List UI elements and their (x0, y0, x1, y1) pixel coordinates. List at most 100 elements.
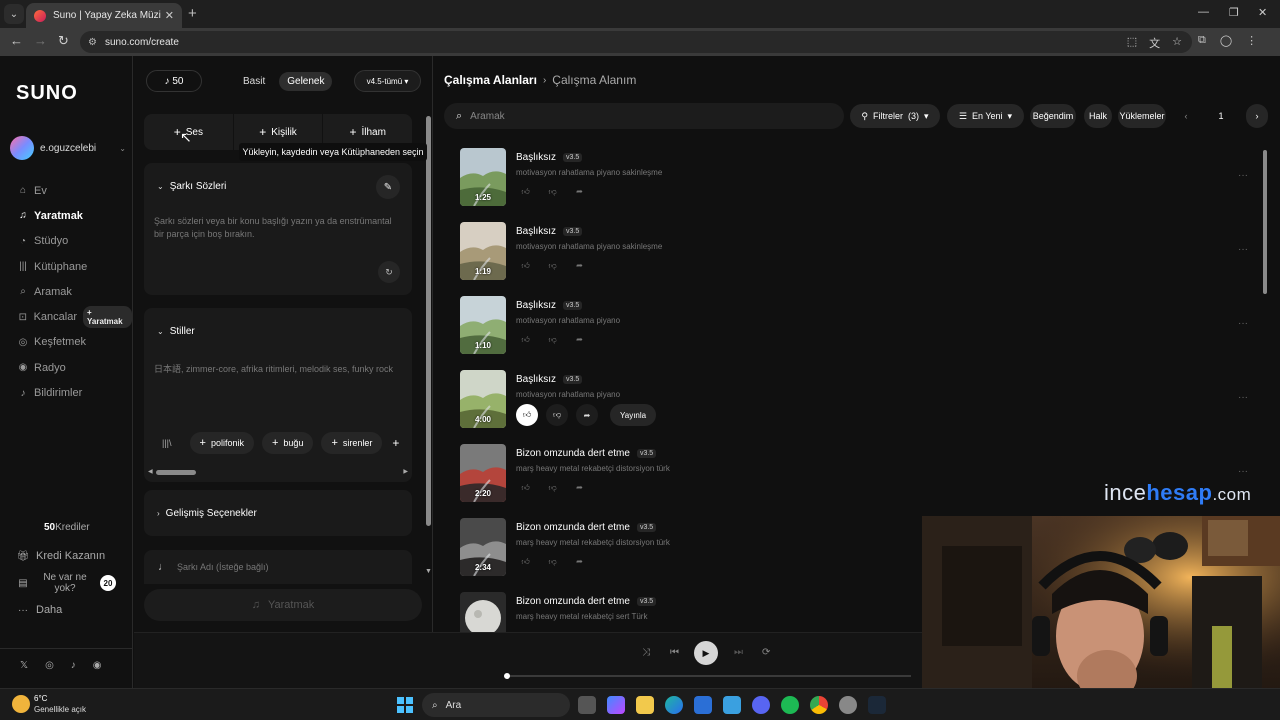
thumbs-down-icon[interactable]: 👎︎ (543, 182, 562, 201)
publish-button[interactable]: Yayınla (610, 404, 657, 426)
whats-new-link[interactable]: ▤ Ne var ne yok? 20 (16, 568, 132, 598)
song-title-input[interactable]: ♩ Şarkı Adı (İsteğe bağlı) (144, 550, 412, 584)
sort-button[interactable]: ☰ En Yeni ▾ (947, 104, 1024, 128)
song-title[interactable]: Bizon omzunda dert etme (516, 522, 630, 533)
lyrics-toggle[interactable]: ⌄ Şarkı Sözleri (157, 181, 226, 192)
sidebar-item-1[interactable]: ♫ Yaratmak (16, 203, 132, 228)
more-options-icon[interactable]: ··· (1238, 170, 1248, 181)
tiktok-icon[interactable]: ♪ (71, 660, 76, 671)
previous-track-icon[interactable]: ⏮ (670, 647, 679, 658)
mode-custom-tab[interactable]: Gelenek (279, 71, 333, 91)
task-view-icon[interactable] (578, 696, 596, 714)
minimize-icon[interactable]: — (1198, 6, 1209, 18)
song-row[interactable]: 1:19 Başlıksız v3.5 motivasyon rahatlama… (460, 222, 1248, 282)
style-tag[interactable]: + buğu (261, 432, 314, 454)
filters-button[interactable]: ⚲ Filtreler (3) ▾ (850, 104, 940, 128)
song-title[interactable]: Başlıksız (516, 152, 556, 163)
sidebar-item-8[interactable]: ♪ Bildirimler (16, 380, 132, 405)
horizontal-scrollbar[interactable]: ◀ ▶ (148, 468, 408, 476)
browser-tab[interactable]: Suno | Yapay Zeka Müziği ✕ (26, 3, 182, 28)
thumbs-down-icon[interactable]: 👎︎ (543, 552, 562, 571)
scroll-left-icon[interactable]: ◀ (148, 468, 153, 475)
advanced-options-card[interactable]: › Gelişmiş Seçenekler (144, 490, 412, 536)
new-tab-icon[interactable]: + (188, 5, 197, 22)
sidebar-item-2[interactable]: ◔ Stüdyo (16, 229, 132, 254)
public-filter-button[interactable]: Halk (1084, 104, 1112, 128)
earn-credits-link[interactable]: 🎁︎ Kredi Kazanın (16, 544, 132, 568)
sidebar-item-3[interactable]: ||| Kütüphane (16, 254, 132, 279)
song-cover-image[interactable]: 1:10 (460, 296, 506, 354)
mode-basic-tab[interactable]: Basit (237, 72, 271, 91)
song-row[interactable]: 4:00 Başlıksız v3.5 motivasyon rahatlama… (460, 370, 1248, 430)
song-cover-image[interactable]: 2:34 (460, 518, 506, 576)
song-row[interactable]: 1:10 Başlıksız v3.5 motivasyon rahatlama… (460, 296, 1248, 356)
scrollbar-thumb[interactable] (156, 470, 196, 475)
more-options-icon[interactable]: ··· (1238, 318, 1248, 329)
more-options-icon[interactable]: ··· (1238, 392, 1248, 403)
search-input[interactable] (470, 110, 811, 122)
song-cover-image[interactable]: 1:25 (460, 148, 506, 206)
app-icon[interactable] (839, 696, 857, 714)
steam-icon[interactable] (868, 696, 886, 714)
omnibox[interactable]: ⚙ suno.com/create ⬚ 文 ☆ (80, 31, 1192, 53)
scroll-right-icon[interactable]: ▶ (403, 468, 408, 475)
profile-icon[interactable]: ◯ (1220, 34, 1232, 47)
sidebar-item-0[interactable]: ⌂ Ev (16, 178, 132, 203)
reload-icon[interactable]: ↻ (58, 33, 69, 49)
share-icon[interactable]: ➦ (570, 478, 589, 497)
file-explorer-icon[interactable] (636, 696, 654, 714)
play-button[interactable]: ▶ (694, 641, 718, 665)
chrome-icon[interactable] (810, 696, 828, 714)
uploads-filter-button[interactable]: Yüklemeler (1118, 104, 1166, 128)
taskbar-search[interactable]: ⌕ Ara (422, 693, 570, 717)
weather-temperature[interactable]: 6°C (34, 694, 47, 703)
url-text[interactable]: suno.com/create (105, 37, 179, 48)
magic-wand-icon[interactable]: ✎ (376, 175, 400, 199)
weather-icon[interactable] (12, 695, 30, 713)
vertical-scrollbar[interactable] (426, 116, 431, 526)
back-icon[interactable]: ← (10, 33, 23, 48)
liked-filter-button[interactable]: Beğendim (1030, 104, 1076, 128)
edge-icon[interactable] (665, 696, 683, 714)
breadcrumb-workspaces[interactable]: Çalışma Alanları (444, 73, 537, 87)
style-tag[interactable]: + polifonik (189, 432, 254, 454)
thumbs-down-icon[interactable]: 👎︎ (543, 478, 562, 497)
shuffle-icon[interactable]: ⤨ (642, 647, 650, 658)
progress-handle[interactable] (504, 673, 510, 679)
prev-page-icon[interactable]: ‹ (1176, 104, 1196, 128)
sidebar-item-4[interactable]: ⌕ Aramak (16, 279, 132, 304)
song-cover-image[interactable]: 2:20 (460, 444, 506, 502)
x-twitter-icon[interactable]: 𝕏 (20, 660, 28, 671)
weather-description[interactable]: Genellikle açık (34, 705, 86, 714)
next-page-icon[interactable]: › (1246, 104, 1268, 128)
breadcrumb-current[interactable]: Çalışma Alanım (552, 73, 636, 87)
create-hook-badge[interactable]: + Yaratmak (82, 306, 132, 329)
thumbs-up-icon[interactable]: 👍︎ (516, 404, 538, 426)
maximize-icon[interactable]: ❐ (1229, 6, 1239, 19)
styles-toggle[interactable]: ⌄ Stiller (157, 326, 195, 337)
song-cover-image[interactable]: 4:00 (460, 370, 506, 428)
library-icon[interactable]: |||\ (162, 438, 172, 448)
share-icon[interactable]: ➦ (570, 330, 589, 349)
style-tag[interactable]: + sirenler (321, 432, 383, 454)
user-menu[interactable]: e.oguzcelebi ⌄ (10, 136, 126, 160)
create-button[interactable]: ♫ Yaratmak (144, 589, 422, 621)
discord-icon[interactable]: ◉ (93, 660, 102, 671)
close-tab-icon[interactable]: ✕ (165, 9, 174, 22)
song-title[interactable]: Başlıksız (516, 226, 556, 237)
store-icon[interactable] (694, 696, 712, 714)
extensions-icon[interactable]: ⧉ (1198, 34, 1206, 47)
thumbs-up-icon[interactable]: 👍︎ (516, 182, 535, 201)
more-menu[interactable]: ··· Daha (16, 598, 132, 622)
thumbs-down-icon[interactable]: 👎︎ (546, 404, 568, 426)
share-icon[interactable]: ➦ (570, 552, 589, 571)
song-cover-image[interactable]: 1:19 (460, 222, 506, 280)
song-title[interactable]: Bizon omzunda dert etme (516, 448, 630, 459)
copilot-icon[interactable] (607, 696, 625, 714)
close-window-icon[interactable]: ✕ (1258, 6, 1267, 19)
song-title[interactable]: Başlıksız (516, 374, 556, 385)
song-title[interactable]: Bizon omzunda dert etme (516, 596, 630, 607)
forward-icon[interactable]: → (34, 33, 47, 48)
thumbs-up-icon[interactable]: 👍︎ (516, 478, 535, 497)
tab-search-dropdown[interactable]: ⌄ (4, 4, 24, 24)
